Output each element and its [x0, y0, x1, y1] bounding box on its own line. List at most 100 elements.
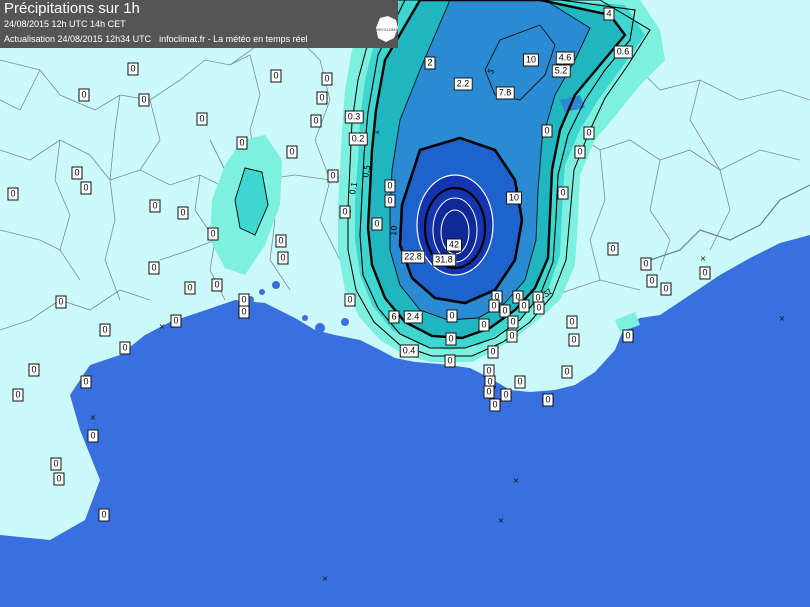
station-value: 0: [196, 112, 208, 126]
station-value: 0: [384, 179, 396, 193]
station-value: 0: [541, 124, 553, 138]
station-value: 5.2: [551, 64, 571, 78]
station-value: 2.2: [453, 77, 473, 91]
station-value: 0: [327, 169, 339, 183]
station-value: 0: [138, 93, 150, 107]
station-value: 0: [12, 388, 24, 402]
station-value: 0.6: [613, 45, 633, 59]
station-value: 0: [646, 274, 658, 288]
station-marker: ×: [699, 254, 707, 263]
station-value: 0: [55, 295, 67, 309]
station-value: 0: [506, 329, 518, 343]
map-header: Précipitations sur 1h 24/08/2015 12h UTC…: [0, 0, 398, 48]
station-value: 0: [533, 301, 545, 315]
station-marker: ×: [158, 322, 166, 331]
station-value: 22.8: [401, 250, 425, 264]
station-value: 2.4: [403, 310, 423, 324]
station-marker: ×: [497, 516, 505, 525]
station-value: 0: [28, 363, 40, 377]
station-marker: ×: [321, 574, 329, 583]
station-value: 0: [148, 261, 160, 275]
station-value: 0: [238, 305, 250, 319]
station-value: 0: [211, 278, 223, 292]
station-value: 0: [583, 126, 595, 140]
station-value: 0: [483, 385, 495, 399]
station-value: 0: [321, 72, 333, 86]
station-value: 0: [286, 145, 298, 159]
station-value: 0.3: [344, 110, 364, 124]
station-value: 0: [344, 293, 356, 307]
station-value: 0: [514, 375, 526, 389]
station-value: 0: [445, 332, 457, 346]
station-value: 4.6: [555, 51, 575, 65]
station-value: 0: [127, 62, 139, 76]
station-value: 0: [87, 429, 99, 443]
station-marker: ×: [89, 413, 97, 422]
station-value: 0: [270, 69, 282, 83]
station-value: 0: [80, 181, 92, 195]
station-value: 7.8: [495, 86, 515, 100]
station-value: 0.2: [348, 132, 368, 146]
station-value: 0: [660, 282, 672, 296]
station-value: 0: [566, 315, 578, 329]
station-value: 2: [424, 56, 436, 70]
station-value: 0: [557, 186, 569, 200]
station-value: 0: [78, 88, 90, 102]
logo-text: INFOCLIMAT: [377, 28, 399, 32]
update-info: Actualisation 24/08/2015 12h34 UTC: [4, 34, 152, 44]
station-value: 0: [622, 329, 634, 343]
station-value: 0: [310, 114, 322, 128]
station-value: 0: [99, 323, 111, 337]
station-value: 0: [149, 199, 161, 213]
station-value: 0: [80, 375, 92, 389]
station-value: 0: [7, 187, 19, 201]
precipitation-map: 1 1 0.5 0.1 10 5 0.5 1: [0, 0, 810, 607]
station-value: 0: [50, 457, 62, 471]
station-value: 0: [277, 251, 289, 265]
station-value: 0: [500, 388, 512, 402]
station-value: 0: [640, 257, 652, 271]
station-value: 0: [275, 234, 287, 248]
station-value: 10: [522, 53, 540, 67]
station-value: 0.4: [399, 344, 419, 358]
map-title: Précipitations sur 1h: [4, 0, 140, 17]
station-value: 0: [561, 365, 573, 379]
station-value: 0: [699, 266, 711, 280]
station-value: 0: [488, 299, 500, 313]
contour-label: 10: [389, 225, 399, 236]
station-value: 0: [507, 315, 519, 329]
site-credit: infoclimat.fr - La météo en temps réel: [159, 34, 308, 44]
station-value: 0: [574, 145, 586, 159]
station-value: 0: [384, 194, 396, 208]
station-value: 10: [505, 191, 523, 205]
station-value: 0: [371, 217, 383, 231]
station-value: 0: [53, 472, 65, 486]
station-value: 0: [207, 227, 219, 241]
station-value: 0: [487, 345, 499, 359]
station-value: 0: [184, 281, 196, 295]
station-value: 0: [478, 318, 490, 332]
station-value: 0: [177, 206, 189, 220]
infoclimat-logo: INFOCLIMAT: [376, 16, 399, 42]
station-value: 4: [603, 7, 615, 21]
update-line: Actualisation 24/08/2015 12h34 UTC infocl…: [4, 34, 316, 45]
station-value: 0: [607, 242, 619, 256]
station-value: 6: [388, 310, 400, 324]
station-value: 0: [446, 309, 458, 323]
run-info: 24/08/2015 12h UTC 14h CET: [4, 19, 126, 29]
station-value: 0: [444, 354, 456, 368]
station-value: 0: [518, 299, 530, 313]
station-value: 0: [98, 508, 110, 522]
station-value: 0: [119, 341, 131, 355]
station-marker: ×: [512, 476, 520, 485]
station-value: 0: [489, 398, 501, 412]
station-value: 42: [445, 238, 463, 252]
station-value: 0: [339, 205, 351, 219]
station-value: 0: [170, 314, 182, 328]
station-value: 0: [568, 333, 580, 347]
station-value: 0: [236, 136, 248, 150]
station-marker: ×: [778, 314, 786, 323]
station-value: 0: [316, 91, 328, 105]
station-value: 31.8: [432, 253, 456, 267]
station-value: 0: [71, 166, 83, 180]
